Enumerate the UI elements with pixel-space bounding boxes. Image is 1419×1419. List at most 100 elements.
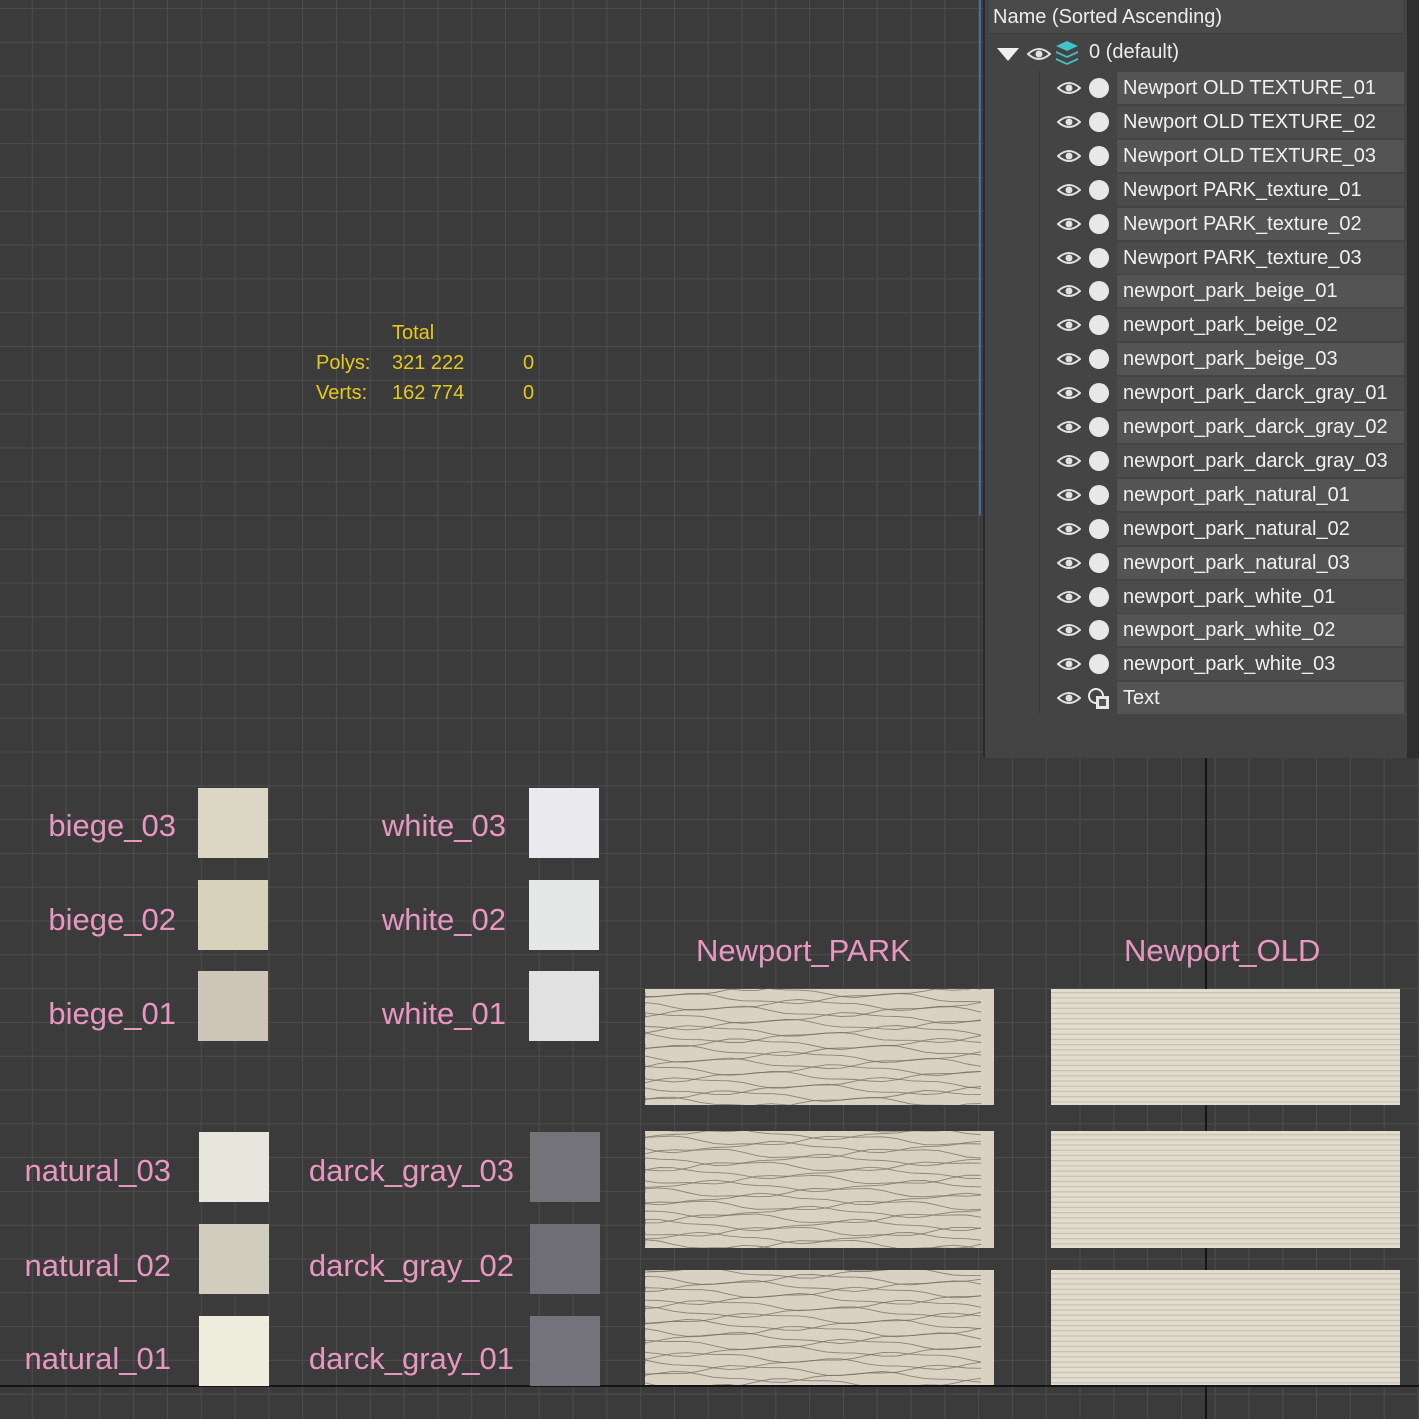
eye-icon[interactable]	[1057, 283, 1081, 299]
layer-name[interactable]: newport_park_darck_gray_01	[1117, 377, 1404, 410]
eye-icon[interactable]	[1057, 555, 1081, 571]
circle-dot-icon[interactable]	[1089, 179, 1109, 200]
layer-row[interactable]: newport_park_white_02	[985, 613, 1405, 647]
circle-dot-icon[interactable]	[1089, 145, 1109, 166]
eye-icon[interactable]	[1057, 690, 1081, 706]
layer-row[interactable]: Newport OLD TEXTURE_03	[985, 139, 1405, 173]
swatch-label-natural-03: natural_03	[24, 1153, 171, 1188]
circle-dot-icon[interactable]	[1089, 620, 1109, 641]
eye-icon[interactable]	[1057, 453, 1081, 469]
layer-name[interactable]: Text	[1117, 682, 1404, 715]
layer-row[interactable]: newport_park_white_01	[985, 580, 1405, 614]
layer-row[interactable]: Text	[985, 681, 1405, 715]
shape-text-icon	[1088, 688, 1109, 710]
layer-name[interactable]: newport_park_beige_01	[1117, 275, 1404, 308]
circle-dot-icon[interactable]	[1089, 518, 1109, 539]
eye-icon[interactable]	[1057, 385, 1081, 401]
layer-row[interactable]: Newport PARK_texture_01	[985, 173, 1405, 207]
layer-row[interactable]: newport_park_natural_03	[985, 546, 1405, 580]
layer-row[interactable]: newport_park_darck_gray_01	[985, 376, 1405, 410]
layer-row[interactable]: newport_park_beige_02	[985, 308, 1405, 342]
layer-explorer: Name (Sorted Ascending) 0 (default) Newp…	[979, 0, 1419, 758]
circle-dot-icon[interactable]	[1089, 111, 1109, 132]
layer-name[interactable]: Newport PARK_texture_03	[1117, 241, 1404, 274]
circle-dot-icon[interactable]	[1089, 417, 1109, 437]
layer-row[interactable]: Newport PARK_texture_03	[985, 241, 1405, 275]
eye-icon[interactable]	[1057, 589, 1081, 605]
eye-icon[interactable]	[1057, 80, 1081, 96]
circle-dot-icon[interactable]	[1089, 586, 1109, 607]
circle-dot-icon[interactable]	[1089, 213, 1109, 234]
swatch-natural-01	[199, 1316, 269, 1386]
layer-name[interactable]: newport_park_natural_02	[1117, 512, 1404, 545]
eye-icon[interactable]	[1057, 487, 1081, 503]
eye-icon[interactable]	[1057, 351, 1081, 367]
swatch-natural-02	[199, 1224, 269, 1294]
layer-row[interactable]: newport_park_white_03	[985, 647, 1405, 681]
old-texture-03	[1051, 1270, 1400, 1385]
circle-dot-icon[interactable]	[1089, 281, 1109, 302]
layer-row-default[interactable]: 0 (default)	[989, 37, 1403, 71]
layer-name[interactable]: newport_park_beige_02	[1117, 309, 1404, 342]
explorer-scroll-edge	[1407, 0, 1419, 758]
eye-icon[interactable]	[1057, 656, 1081, 672]
swatch-label-darck-gray-03: darck_gray_03	[308, 1153, 514, 1188]
circle-dot-icon[interactable]	[1089, 247, 1109, 268]
eye-icon[interactable]	[1027, 46, 1051, 62]
circle-dot-icon[interactable]	[1089, 654, 1109, 675]
circle-dot-icon[interactable]	[1089, 349, 1109, 370]
swatch-biege-02	[198, 880, 268, 950]
layer-name[interactable]: newport_park_natural_03	[1117, 546, 1404, 579]
eye-icon[interactable]	[1057, 622, 1081, 638]
swatch-label-white-03: white_03	[381, 808, 506, 843]
layer-row[interactable]: Newport OLD TEXTURE_01	[985, 71, 1405, 105]
newport-park-title: Newport_PARK	[696, 933, 911, 968]
swatch-biege-01	[198, 971, 268, 1041]
swatch-label-natural-01: natural_01	[24, 1341, 171, 1376]
layer-name[interactable]: Newport OLD TEXTURE_02	[1117, 105, 1404, 138]
layer-name[interactable]: Newport OLD TEXTURE_01	[1117, 72, 1404, 104]
default-layer-label: 0 (default)	[1089, 41, 1180, 63]
circle-dot-icon[interactable]	[1089, 315, 1109, 336]
layer-row[interactable]: newport_park_natural_01	[985, 478, 1405, 512]
layer-name[interactable]: newport_park_white_03	[1117, 648, 1404, 681]
layer-name[interactable]: newport_park_darck_gray_02	[1117, 411, 1404, 443]
circle-dot-icon[interactable]	[1089, 450, 1109, 471]
circle-dot-icon[interactable]	[1089, 78, 1109, 98]
swatch-white-01	[529, 971, 599, 1041]
eye-icon[interactable]	[1057, 148, 1081, 164]
eye-icon[interactable]	[1057, 250, 1081, 266]
swatch-label-natural-02: natural_02	[24, 1248, 171, 1283]
eye-icon[interactable]	[1057, 419, 1081, 435]
layer-row[interactable]: newport_park_natural_02	[985, 512, 1405, 546]
eye-icon[interactable]	[1057, 317, 1081, 333]
circle-dot-icon[interactable]	[1089, 484, 1109, 505]
circle-dot-icon[interactable]	[1089, 552, 1109, 573]
swatch-label-white-02: white_02	[381, 902, 506, 937]
eye-icon[interactable]	[1057, 182, 1081, 198]
layer-name[interactable]: Newport OLD TEXTURE_03	[1117, 139, 1404, 172]
layer-name[interactable]: Newport PARK_texture_02	[1117, 207, 1404, 240]
layer-row[interactable]: Newport OLD TEXTURE_02	[985, 105, 1405, 139]
layer-name[interactable]: newport_park_white_02	[1117, 614, 1404, 647]
collapse-triangle-icon[interactable]	[997, 48, 1019, 61]
layer-row[interactable]: newport_park_beige_01	[985, 274, 1405, 308]
eye-icon[interactable]	[1057, 521, 1081, 537]
layer-name[interactable]: newport_park_beige_03	[1117, 343, 1404, 376]
layer-name[interactable]: newport_park_natural_01	[1117, 478, 1404, 511]
layer-row[interactable]: newport_park_darck_gray_02	[985, 410, 1405, 444]
swatch-label-biege-01: biege_01	[48, 996, 176, 1031]
layer-name[interactable]: newport_park_white_01	[1117, 580, 1404, 613]
old-texture-02	[1051, 1131, 1400, 1248]
eye-icon[interactable]	[1057, 114, 1081, 130]
layer-row[interactable]: newport_park_darck_gray_03	[985, 444, 1405, 478]
layer-name[interactable]: newport_park_darck_gray_03	[1117, 444, 1404, 477]
layer-row[interactable]: newport_park_beige_03	[985, 342, 1405, 376]
layer-name[interactable]: Newport PARK_texture_01	[1117, 173, 1404, 206]
name-column-header[interactable]: Name (Sorted Ascending)	[989, 0, 1403, 34]
layer-row[interactable]: Newport PARK_texture_02	[985, 207, 1405, 241]
eye-icon[interactable]	[1057, 216, 1081, 232]
old-texture-01	[1051, 989, 1400, 1105]
explorer-separator[interactable]	[979, 0, 981, 515]
circle-dot-icon[interactable]	[1089, 383, 1109, 404]
